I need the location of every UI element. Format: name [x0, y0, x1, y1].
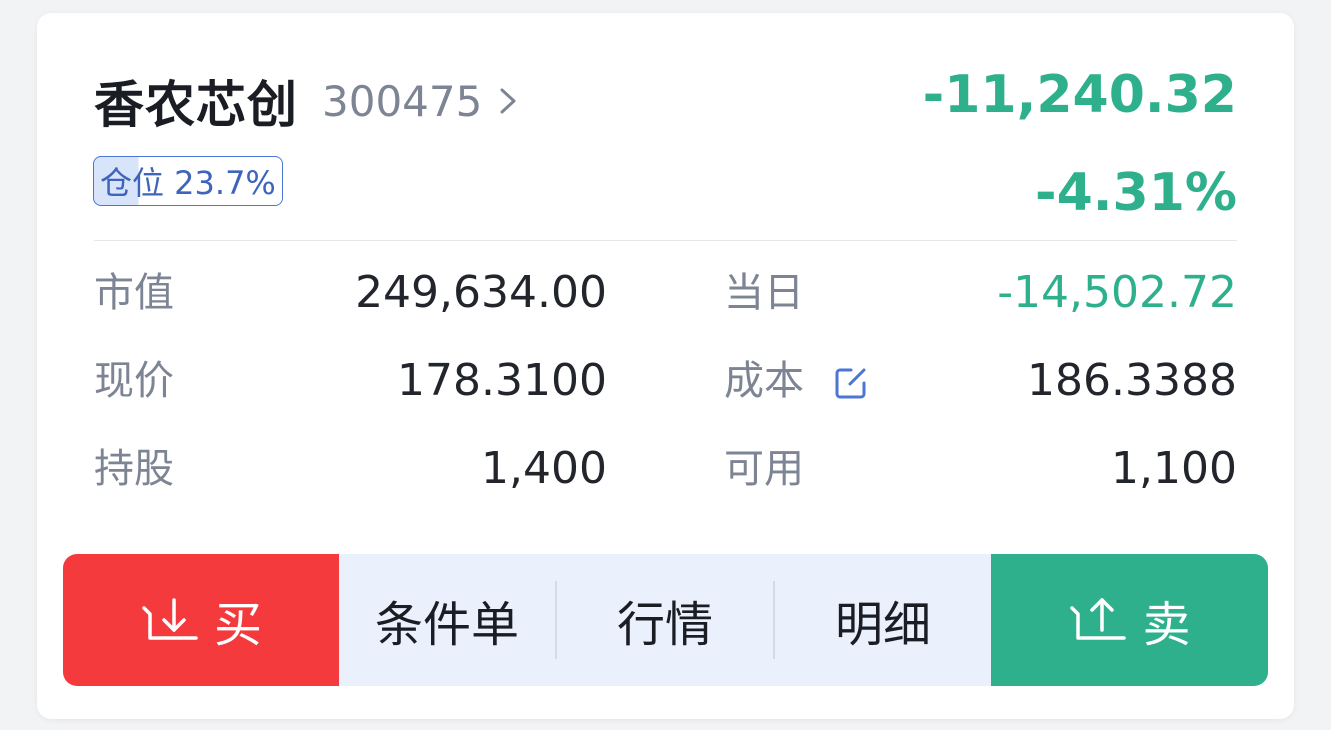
conditional-order-button[interactable]: 条件单 [339, 554, 555, 686]
pnl-percent: -4.31% [1035, 163, 1237, 223]
pnl-amount: -11,240.32 [922, 65, 1237, 125]
today-pnl-label: 当日 [724, 270, 804, 316]
divider [94, 240, 1237, 241]
shares-value: 1,400 [481, 443, 607, 494]
current-price-label: 现价 [94, 358, 174, 404]
quote-button[interactable]: 行情 [557, 554, 773, 686]
current-price: 178.3100 [397, 355, 607, 406]
position-ratio-label: 仓位 23.7% [100, 164, 276, 202]
detail-button[interactable]: 明细 [775, 554, 991, 686]
position-card: 香农芯创 300475 -11,240.32 -4.31% 仓位 23.7% 市… [37, 13, 1294, 719]
cost-label: 成本 [724, 358, 804, 404]
detail-label: 明细 [834, 597, 931, 653]
sell-button[interactable]: 卖 [991, 554, 1268, 686]
conditional-order-label: 条件单 [374, 597, 519, 653]
quote-label: 行情 [616, 597, 713, 653]
available-label: 可用 [724, 446, 804, 492]
metrics-row-2: 现价 178.3100 成本 186.3388 [94, 351, 1237, 411]
shares-label: 持股 [94, 446, 174, 492]
upload-arrow-icon [1070, 598, 1127, 640]
position-ratio-badge: 仓位 23.7% [93, 156, 283, 206]
sell-label: 卖 [1142, 597, 1191, 653]
stock-code: 300475 [322, 76, 483, 126]
available-value: 1,100 [1111, 443, 1237, 494]
edit-icon[interactable] [831, 363, 871, 403]
market-value-label: 市值 [94, 270, 174, 316]
stock-name: 香农芯创 [94, 76, 298, 134]
buy-label: 买 [213, 597, 262, 653]
chevron-right-icon [500, 88, 516, 114]
market-value: 249,634.00 [355, 267, 607, 318]
download-arrow-icon [142, 598, 198, 640]
today-pnl-value: -14,502.72 [997, 267, 1237, 318]
cost-value: 186.3388 [1027, 355, 1237, 406]
buy-button[interactable]: 买 [63, 554, 339, 686]
action-bar: 买 条件单 行情 明细 卖 [63, 554, 1268, 686]
metrics-row-3: 持股 1,400 可用 1,100 [94, 439, 1237, 499]
stock-title-link[interactable]: 香农芯创 300475 [94, 65, 520, 137]
metrics-row-1: 市值 249,634.00 当日 -14,502.72 [94, 263, 1237, 323]
